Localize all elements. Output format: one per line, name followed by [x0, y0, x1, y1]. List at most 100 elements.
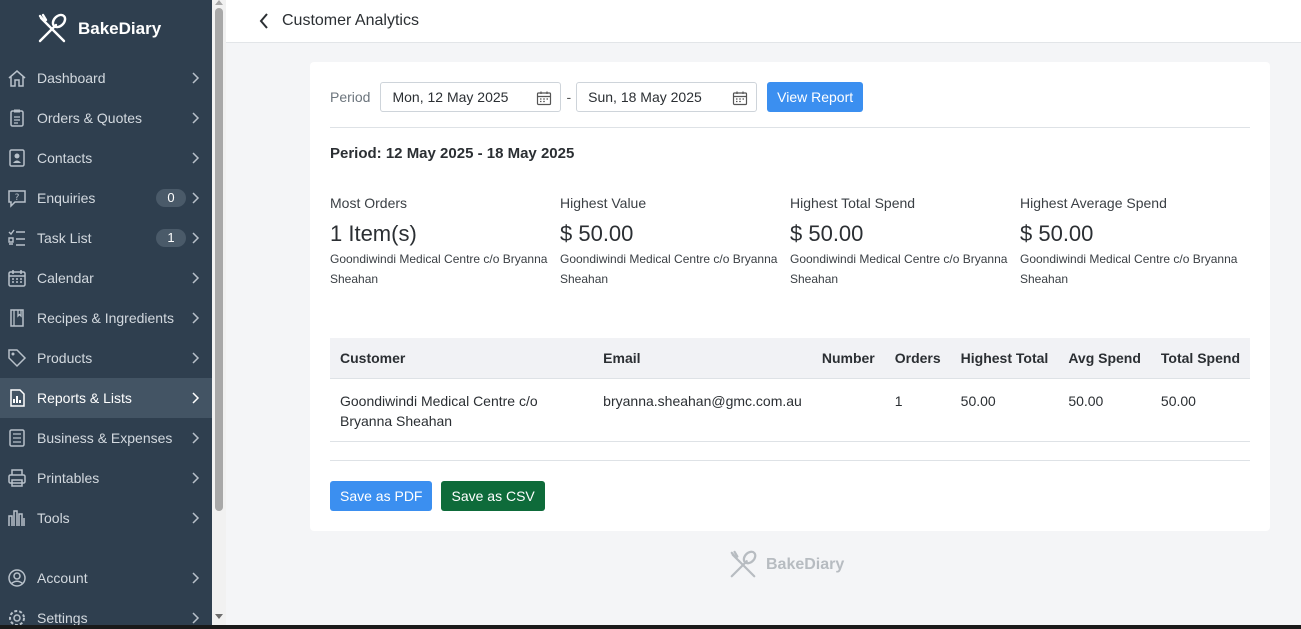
sidebar-item-recipes-ingredients[interactable]: Recipes & Ingredients — [0, 298, 212, 338]
sidebar-scrollbar[interactable] — [212, 0, 226, 629]
contact-card-icon — [6, 147, 28, 169]
stat-label: Most Orders — [330, 195, 408, 211]
stat-customer: Goondiwindi Medical Centre c/o Bryanna S… — [1020, 252, 1238, 286]
stat-value: 1 Item(s) — [330, 221, 417, 246]
sidebar-item-label: Settings — [37, 610, 88, 626]
cell-avg-spend: 50.00 — [1058, 377, 1151, 442]
chevron-right-icon — [192, 231, 200, 247]
report-icon — [6, 387, 28, 409]
customer-analytics-table: Customer Email Number Orders Highest Tot… — [330, 338, 1250, 442]
scroll-down-arrow-icon[interactable] — [215, 614, 223, 619]
sidebar-item-label: Business & Expenses — [37, 430, 173, 446]
divider — [330, 127, 1250, 128]
chevron-right-icon — [192, 571, 200, 587]
scroll-up-arrow-icon[interactable] — [215, 0, 223, 5]
column-header-avg-spend[interactable]: Avg Spend — [1058, 338, 1151, 378]
start-date-input[interactable]: Mon, 12 May 2025 — [380, 82, 562, 112]
column-header-email[interactable]: Email — [593, 338, 812, 378]
sidebar-item-label: Printables — [37, 470, 100, 486]
cell-orders: 1 — [884, 377, 951, 442]
sidebar-item-account[interactable]: Account — [0, 558, 212, 598]
cell-total-spend: 50.00 — [1150, 377, 1250, 442]
sidebar-item-enquiries[interactable]: ? Enquiries 0 — [0, 178, 212, 218]
tasks-count-badge: 1 — [156, 229, 186, 247]
period-filter: Period Mon, 12 May 2025 - Sun, 18 May 20… — [330, 82, 864, 112]
chevron-left-icon — [259, 13, 268, 29]
svg-text:?: ? — [15, 193, 20, 203]
tools-icon — [6, 507, 28, 529]
save-as-pdf-button[interactable]: Save as PDF — [330, 481, 433, 511]
stat-value: $ 50.00 — [560, 221, 634, 246]
chevron-right-icon — [192, 511, 200, 527]
sidebar-item-tools[interactable]: Tools — [0, 498, 212, 538]
sidebar-item-orders-quotes[interactable]: Orders & Quotes — [0, 98, 212, 138]
chevron-right-icon — [192, 271, 200, 287]
sidebar-item-task-list[interactable]: Task List 1 — [0, 218, 212, 258]
calendar-icon[interactable] — [536, 90, 552, 109]
sidebar-item-reports-lists[interactable]: Reports & Lists — [0, 378, 212, 418]
account-icon — [6, 567, 28, 589]
page-header: Customer Analytics — [226, 0, 1301, 43]
back-button[interactable] — [252, 9, 276, 33]
divider — [330, 460, 1250, 461]
chevron-right-icon — [192, 71, 200, 87]
sidebar-item-contacts[interactable]: Contacts — [0, 138, 212, 178]
calendar-icon[interactable] — [732, 90, 748, 109]
end-date-input[interactable]: Sun, 18 May 2025 — [576, 82, 758, 112]
sidebar-item-calendar[interactable]: Calendar — [0, 258, 212, 298]
table-row[interactable]: Goondiwindi Medical Centre c/o Bryanna S… — [330, 377, 1250, 442]
column-header-total-spend[interactable]: Total Spend — [1151, 338, 1250, 378]
ledger-icon — [6, 427, 28, 449]
sidebar-item-label: Account — [37, 570, 88, 586]
table-header-row: Customer Email Number Orders Highest Tot… — [330, 338, 1250, 378]
cell-email: bryanna.sheahan@gmc.com.au — [593, 377, 812, 442]
column-header-number[interactable]: Number — [812, 338, 885, 378]
stat-label: Highest Total Spend — [790, 195, 916, 211]
whisk-spoon-logo-icon — [38, 13, 67, 43]
cell-highest-total: 50.00 — [950, 377, 1059, 442]
chevron-right-icon — [192, 311, 200, 327]
enquiries-count-badge: 0 — [156, 189, 186, 207]
period-label: Period — [330, 89, 371, 105]
chevron-right-icon — [192, 111, 200, 127]
tag-icon — [6, 347, 28, 369]
scroll-thumb[interactable] — [215, 8, 223, 511]
stat-label: Highest Average Spend — [1020, 195, 1167, 211]
summary-stats: Most Orders 1 Item(s) Goondiwindi Medica… — [330, 195, 1250, 289]
stat-customer: Goondiwindi Medical Centre c/o Bryanna S… — [560, 252, 778, 286]
chevron-right-icon — [192, 151, 200, 167]
page-title: Customer Analytics — [282, 12, 419, 29]
sidebar: BakeDiary Dashboard Orders & Quotes Cont… — [0, 0, 212, 629]
stat-customer: Goondiwindi Medical Centre c/o Bryanna S… — [790, 252, 1008, 286]
end-date-value: Sun, 18 May 2025 — [588, 89, 702, 105]
footer-logo: BakeDiary — [728, 550, 844, 580]
sidebar-item-printables[interactable]: Printables — [0, 458, 212, 498]
window-bottom-edge — [0, 625, 1301, 629]
column-header-highest-total[interactable]: Highest Total — [951, 338, 1059, 378]
chevron-right-icon — [192, 431, 200, 447]
sidebar-item-label: Reports & Lists — [37, 390, 132, 406]
question-bubble-icon: ? — [6, 187, 28, 209]
sidebar-item-label: Orders & Quotes — [37, 110, 143, 126]
sidebar-item-products[interactable]: Products — [0, 338, 212, 378]
period-heading: Period: 12 May 2025 - 18 May 2025 — [330, 145, 575, 162]
sidebar-item-label: Products — [37, 350, 93, 366]
column-header-orders[interactable]: Orders — [885, 338, 951, 378]
checklist-icon — [6, 227, 28, 249]
app-logo[interactable]: BakeDiary — [0, 0, 212, 58]
stat-customer: Goondiwindi Medical Centre c/o Bryanna S… — [330, 252, 548, 286]
stat-highest-total-spend: Highest Total Spend $ 50.00 Goondiwindi … — [790, 195, 1020, 289]
whisk-spoon-logo-icon — [730, 550, 757, 578]
sidebar-item-label: Task List — [37, 230, 92, 246]
sidebar-item-dashboard[interactable]: Dashboard — [0, 58, 212, 98]
view-report-button[interactable]: View Report — [767, 82, 864, 112]
stat-highest-value: Highest Value $ 50.00 Goondiwindi Medica… — [560, 195, 790, 289]
stat-highest-average-spend: Highest Average Spend $ 50.00 Goondiwind… — [1020, 195, 1250, 289]
date-separator: - — [566, 89, 572, 105]
sidebar-item-business-expenses[interactable]: Business & Expenses — [0, 418, 212, 458]
column-header-customer[interactable]: Customer — [330, 338, 593, 378]
save-as-csv-button[interactable]: Save as CSV — [441, 481, 545, 511]
sidebar-item-label: Enquiries — [37, 190, 96, 206]
sidebar-item-label: Tools — [37, 510, 70, 526]
